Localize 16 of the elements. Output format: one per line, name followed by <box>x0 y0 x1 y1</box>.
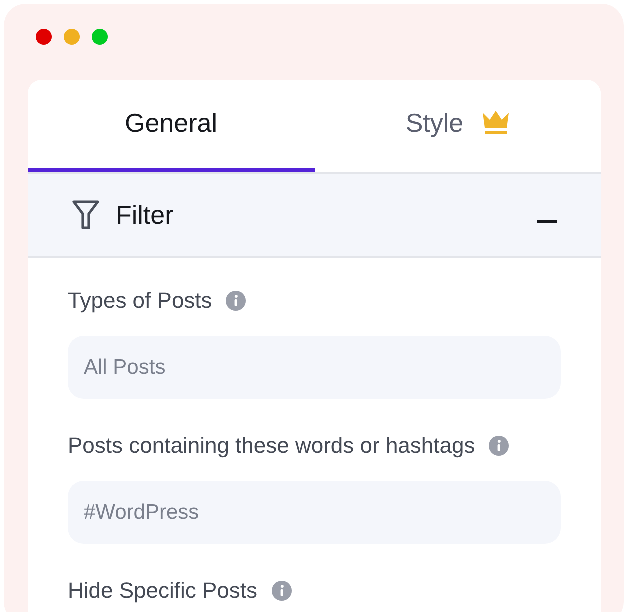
section-title: Filter <box>116 200 175 230</box>
window-control-dot[interactable] <box>92 29 108 45</box>
info-icon[interactable] <box>489 436 510 456</box>
select-value: All Posts <box>84 356 166 380</box>
filter-icon <box>72 200 100 230</box>
info-icon[interactable] <box>226 291 246 311</box>
input-field[interactable]: #WordPress <box>68 481 561 544</box>
window-control-dot[interactable] <box>64 29 80 45</box>
info-icon[interactable] <box>272 581 292 601</box>
field-label: Types of Posts <box>68 288 212 314</box>
window-control-dot[interactable] <box>36 29 52 45</box>
field-label: Hide Specific Posts <box>68 578 258 604</box>
minus-icon <box>537 220 557 224</box>
select-field[interactable]: All Posts <box>68 336 561 399</box>
tab[interactable]: General <box>28 80 314 172</box>
field-label: Posts containing these words or hashtags <box>68 433 476 459</box>
